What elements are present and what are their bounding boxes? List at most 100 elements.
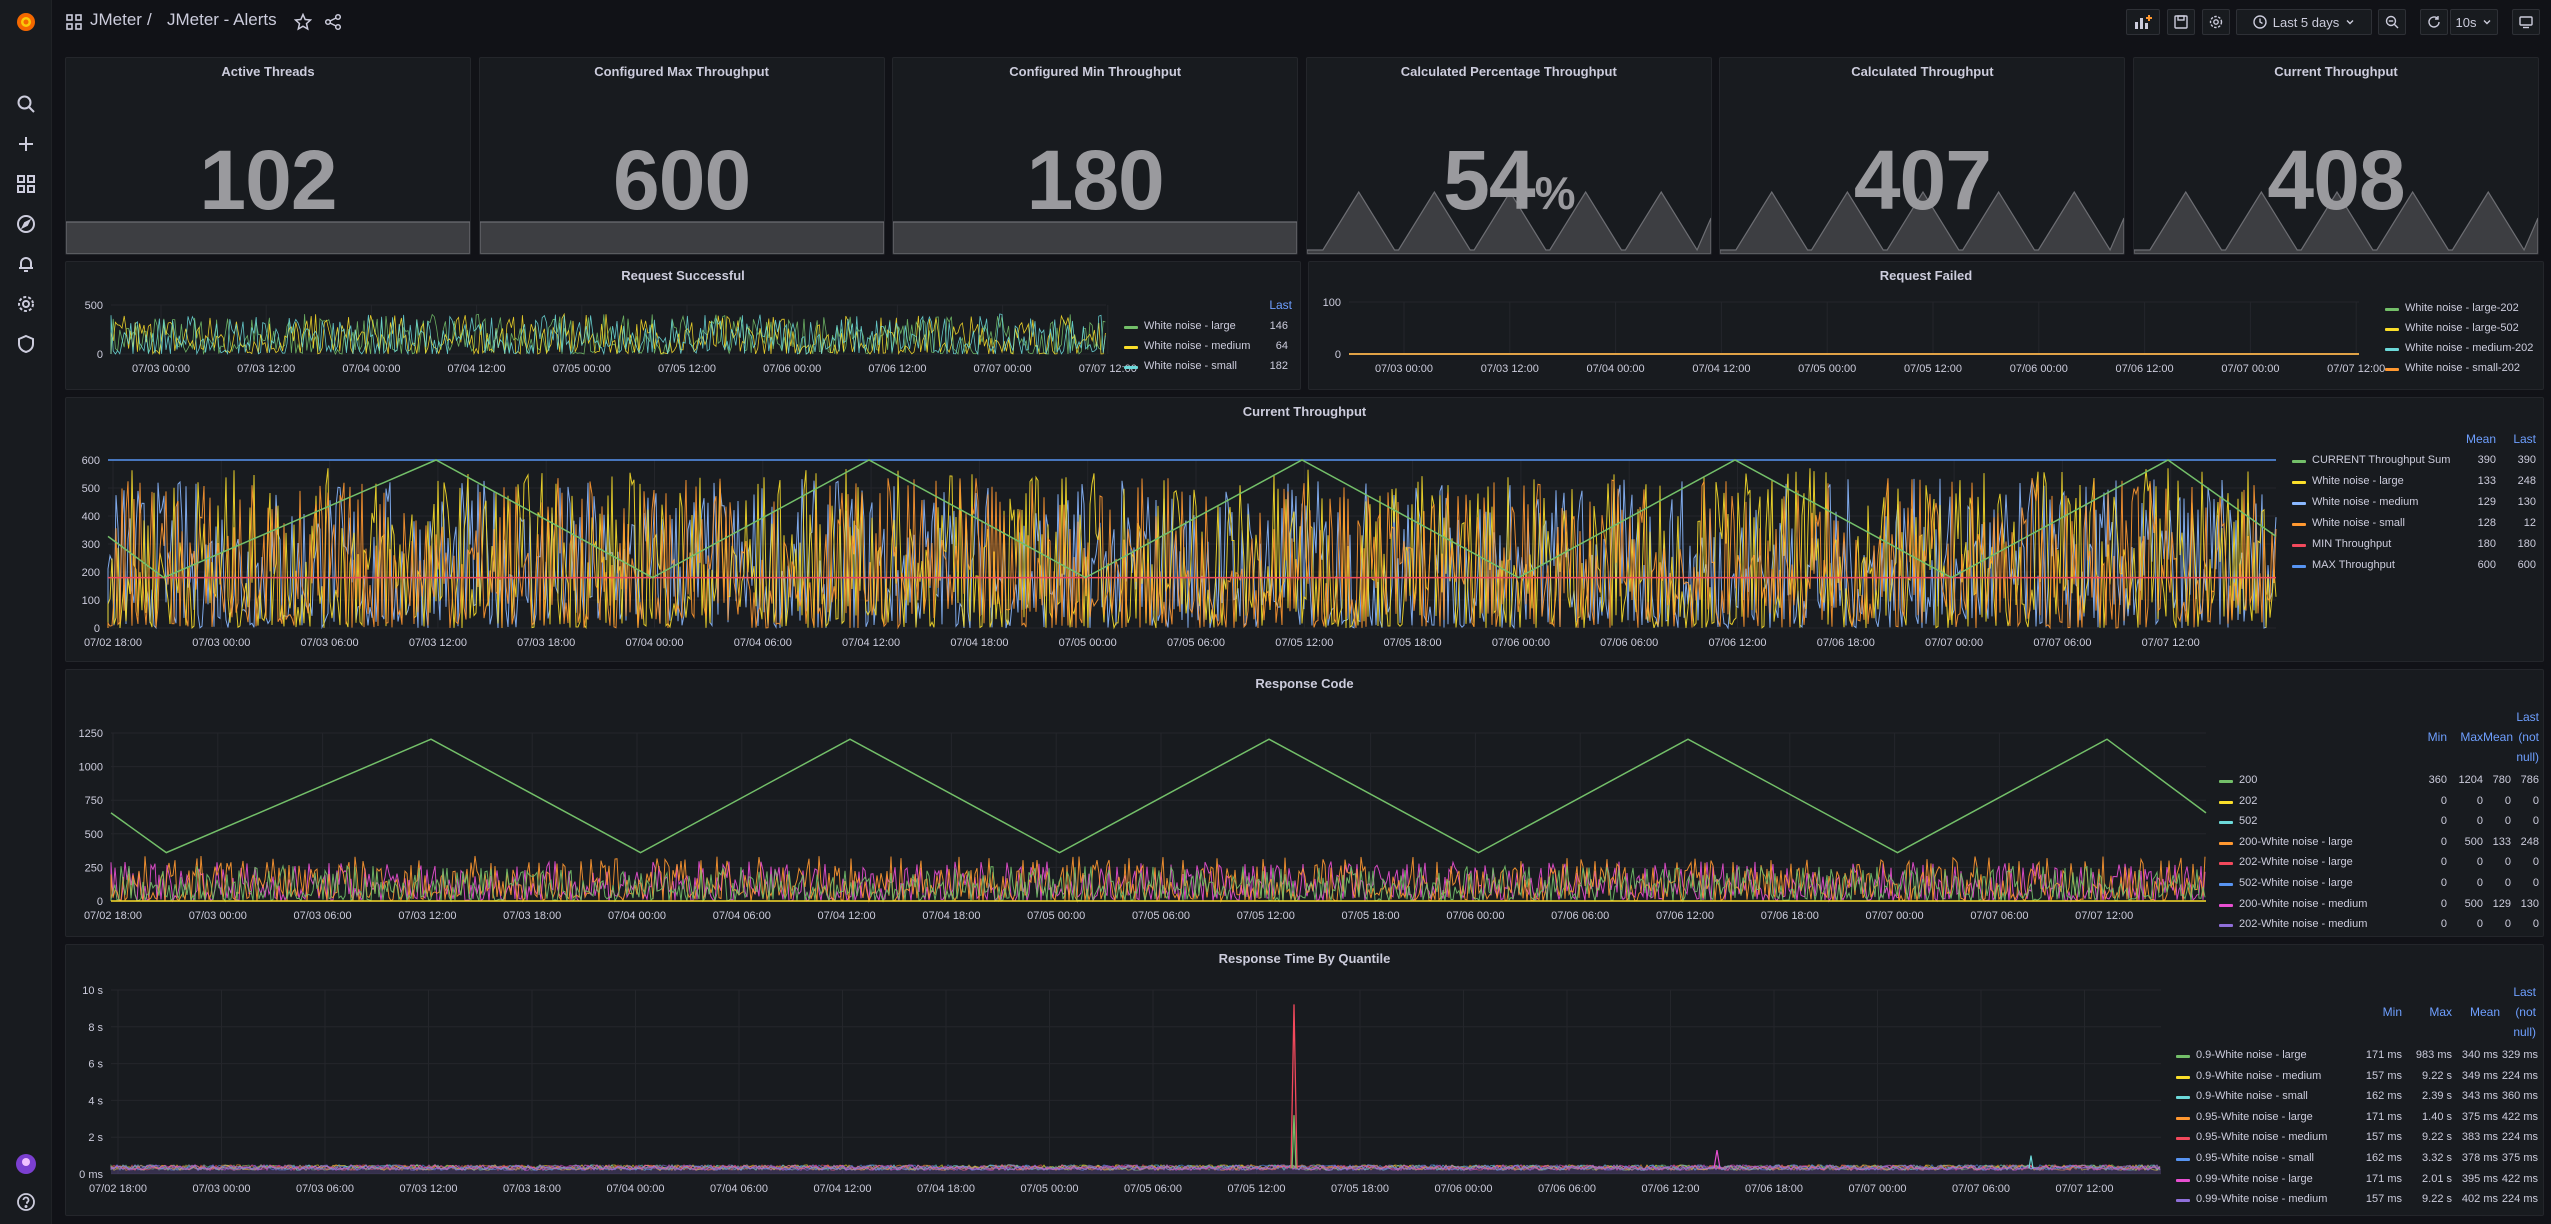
legend-item[interactable]: White noise - medium-202 bbox=[2385, 340, 2540, 358]
legend-item[interactable]: 0.95-White noise - medium 157 ms 9.22 s 383… bbox=[2176, 1129, 2541, 1147]
legend-item[interactable]: 502 0 0 0 0 bbox=[2219, 813, 2541, 831]
breadcrumb-dashboard-title[interactable]: JMeter - Alerts bbox=[167, 10, 277, 30]
user-avatar-icon[interactable] bbox=[14, 1152, 38, 1176]
x-tick-label: 07/03 12:00 bbox=[1481, 363, 1539, 375]
stat-number: 180 bbox=[1026, 133, 1165, 227]
stat-value: 180 bbox=[893, 132, 1297, 229]
breadcrumb-folder[interactable]: JMeter bbox=[90, 10, 142, 30]
legend-value-mean: 0 bbox=[2504, 794, 2511, 807]
legend-swatch bbox=[2219, 903, 2233, 907]
legend-item[interactable]: 0.99-White noise - medium 157 ms 9.22 s 402… bbox=[2176, 1191, 2541, 1209]
legend-header[interactable]: (not bbox=[2511, 730, 2539, 744]
configuration-icon[interactable] bbox=[14, 292, 38, 316]
y-tick-label: 300 bbox=[82, 539, 100, 551]
request-successful-panel: Request Successful 500 0 07/03 00:00 07/03 … bbox=[65, 261, 1301, 390]
legend-item[interactable]: 0.9-White noise - small 162 ms 2.39 s 343 m… bbox=[2176, 1088, 2541, 1106]
grafana-logo-icon[interactable] bbox=[14, 10, 38, 34]
legend-item[interactable]: 202 0 0 0 0 bbox=[2219, 793, 2541, 811]
time-range-picker[interactable]: Last 5 days bbox=[2236, 9, 2372, 35]
dashboards-icon[interactable] bbox=[14, 172, 38, 196]
stat-panel: Current Throughput 408 bbox=[2133, 57, 2539, 255]
legend-value-min: 0 bbox=[2440, 918, 2447, 931]
legend-item[interactable]: 0.9-White noise - large 171 ms 983 ms 340 m… bbox=[2176, 1047, 2541, 1065]
request-failed-legend: White noise - large-202 White noise - lar… bbox=[2385, 300, 2540, 380]
legend-header[interactable]: Max bbox=[2408, 1005, 2452, 1019]
legend-item[interactable]: 202-White noise - medium 0 0 0 0 bbox=[2219, 916, 2541, 934]
legend-item[interactable]: MIN Throughput 180 180 bbox=[2292, 536, 2540, 554]
legend-value-last: 224 ms bbox=[2501, 1069, 2538, 1082]
stat-number: 407 bbox=[1853, 133, 1992, 227]
legend-item[interactable]: 502-White noise - large 0 0 0 0 bbox=[2219, 875, 2541, 893]
legend-item[interactable]: 200-White noise - large 0 500 133 248 bbox=[2219, 834, 2541, 852]
legend-item[interactable]: White noise - large 133 248 bbox=[2292, 473, 2540, 491]
explore-icon[interactable] bbox=[14, 212, 38, 236]
dashboards-grid-icon[interactable] bbox=[66, 14, 82, 35]
x-tick-label: 07/03 12:00 bbox=[237, 363, 295, 375]
legend-item[interactable]: White noise - large-202 bbox=[2385, 300, 2540, 318]
refresh-interval-picker[interactable]: 10s bbox=[2450, 9, 2498, 35]
help-icon[interactable] bbox=[14, 1190, 38, 1214]
plus-icon[interactable] bbox=[14, 132, 38, 156]
legend-value-last: 180 bbox=[2517, 538, 2536, 550]
stat-title: Configured Min Throughput bbox=[1009, 64, 1182, 79]
legend-item[interactable]: 202-White noise - large 0 0 0 0 bbox=[2219, 854, 2541, 872]
legend-header[interactable]: Mean bbox=[2456, 432, 2496, 446]
legend-item[interactable]: White noise - large-502 bbox=[2385, 320, 2540, 338]
legend-item[interactable]: White noise - small 128 12 bbox=[2292, 515, 2540, 533]
legend-item[interactable]: White noise - medium 129 130 bbox=[2292, 494, 2540, 512]
zoom-out-button[interactable] bbox=[2378, 9, 2406, 35]
x-tick-label: 07/03 06:00 bbox=[301, 637, 359, 649]
legend-header[interactable]: null) bbox=[2511, 750, 2539, 764]
legend-header[interactable]: Mean bbox=[2456, 1005, 2500, 1019]
shield-icon[interactable] bbox=[14, 332, 38, 356]
legend-swatch bbox=[2385, 308, 2399, 311]
x-tick-label: 07/05 12:00 bbox=[1904, 363, 1962, 375]
legend-item[interactable]: 0.95-White noise - small 162 ms 3.32 s 378 … bbox=[2176, 1150, 2541, 1168]
legend-item[interactable]: 200-White noise - medium 0 500 129 130 bbox=[2219, 896, 2541, 914]
legend-item[interactable]: White noise - small-202 bbox=[2385, 360, 2540, 378]
legend-header[interactable]: null) bbox=[2500, 1025, 2536, 1039]
legend-value-mean: 375 ms bbox=[2461, 1110, 2498, 1123]
legend-header[interactable]: Min bbox=[2362, 1005, 2402, 1019]
stat-value: 407 bbox=[1720, 132, 2124, 229]
legend-item[interactable]: White noise - medium 64 bbox=[1124, 338, 1294, 356]
legend-header[interactable]: Last bbox=[2500, 985, 2536, 999]
add-panel-button[interactable] bbox=[2126, 9, 2160, 35]
legend-header[interactable]: Mean bbox=[2483, 730, 2513, 744]
x-tick-label: 07/02 18:00 bbox=[84, 637, 142, 649]
share-icon[interactable] bbox=[324, 13, 342, 36]
alerting-icon[interactable] bbox=[14, 252, 38, 276]
x-tick-label: 07/03 00:00 bbox=[1375, 363, 1433, 375]
legend-item[interactable]: MAX Throughput 600 600 bbox=[2292, 557, 2540, 575]
legend-item[interactable]: 200 360 1204 780 786 bbox=[2219, 772, 2541, 790]
save-dashboard-button[interactable] bbox=[2167, 9, 2195, 35]
tv-mode-button[interactable] bbox=[2512, 9, 2540, 35]
legend-value-last: 130 bbox=[2520, 897, 2539, 910]
y-tick-label: 250 bbox=[85, 862, 103, 874]
legend-header[interactable]: Last bbox=[2504, 432, 2536, 446]
stat-value: 408 bbox=[2134, 132, 2538, 229]
legend-item[interactable]: 0.9-White noise - medium 157 ms 9.22 s 349 … bbox=[2176, 1068, 2541, 1086]
legend-item[interactable]: CURRENT Throughput Sum 390 390 bbox=[2292, 452, 2540, 470]
legend-value-min: 171 ms bbox=[2365, 1049, 2402, 1061]
dashboard-settings-button[interactable] bbox=[2202, 9, 2230, 35]
legend-value-min: 157 ms bbox=[2365, 1193, 2402, 1206]
x-tick-label: 07/07 06:00 bbox=[1952, 1183, 2010, 1195]
legend-item[interactable]: 0.99-White noise - large 171 ms 2.01 s 395 … bbox=[2176, 1171, 2541, 1189]
legend-header[interactable]: (not bbox=[2500, 1005, 2536, 1019]
x-tick-label: 07/04 12:00 bbox=[448, 363, 506, 375]
legend-header[interactable]: Max bbox=[2455, 730, 2483, 744]
legend-header[interactable]: Last bbox=[2511, 710, 2539, 724]
legend-item[interactable]: White noise - small 182 bbox=[1124, 358, 1294, 376]
legend-item[interactable]: 0.95-White noise - large 171 ms 1.40 s 375 … bbox=[2176, 1109, 2541, 1127]
star-icon[interactable] bbox=[293, 12, 313, 36]
y-tick-label: 500 bbox=[82, 483, 100, 495]
legend-header[interactable]: Min bbox=[2419, 730, 2447, 744]
x-tick-label: 07/06 18:00 bbox=[1745, 1183, 1803, 1195]
refresh-button[interactable] bbox=[2420, 9, 2448, 35]
y-tick-label: 600 bbox=[82, 455, 100, 467]
legend-item[interactable]: White noise - large 146 bbox=[1124, 318, 1294, 336]
search-icon[interactable] bbox=[14, 92, 38, 116]
stat-panel: Configured Max Throughput 600 bbox=[478, 57, 885, 255]
stat-number: 54 bbox=[1443, 133, 1535, 227]
